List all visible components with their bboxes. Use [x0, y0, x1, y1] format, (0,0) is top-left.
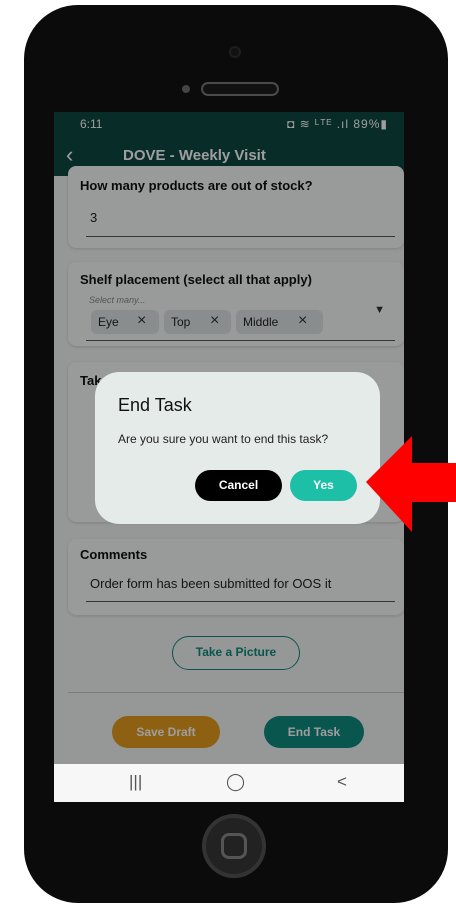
home-icon[interactable]: ◯ [226, 772, 245, 792]
front-camera [231, 48, 239, 56]
android-nav-bar: ||| ◯ < [54, 764, 404, 802]
red-pointer-arrow-icon [366, 436, 456, 532]
dialog-message: Are you sure you want to end this task? [118, 432, 329, 446]
yes-button[interactable]: Yes [290, 470, 357, 501]
home-square-icon [221, 833, 247, 859]
dialog-title: End Task [118, 395, 192, 415]
back-icon[interactable]: < [337, 772, 347, 792]
cancel-button[interactable]: Cancel [195, 470, 282, 501]
home-button[interactable] [202, 814, 266, 878]
recents-icon[interactable]: ||| [129, 772, 142, 792]
proximity-sensor [182, 85, 190, 93]
app-screen: 6:11 ◘ ≋ ᴸᵀᴱ .ıl 89%▮ ‹ DOVE - Weekly Vi… [54, 112, 404, 802]
earpiece-speaker [201, 82, 279, 96]
end-task-dialog: End Task Are you sure you want to end th… [95, 372, 380, 524]
